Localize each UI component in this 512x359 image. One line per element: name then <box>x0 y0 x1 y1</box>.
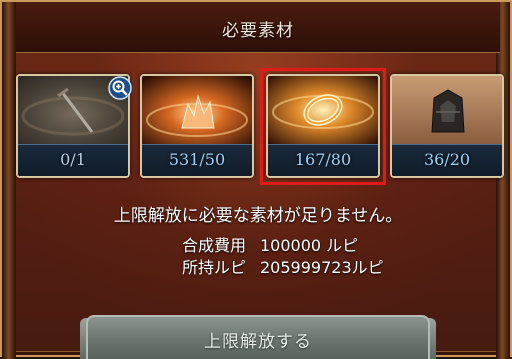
material-count: 36/20 <box>423 150 471 169</box>
synthesis-cost-label: 合成費用 <box>181 236 246 255</box>
owned-rupees-value: 205999723ルピ <box>260 258 384 277</box>
material-count: 0/1 <box>60 150 86 169</box>
material-count: 531/50 <box>168 150 226 169</box>
dialog-title: 必要素材 <box>222 21 294 41</box>
owned-rupees-row: 所持ルピ 205999723ルピ <box>2 254 512 277</box>
zoom-in-icon[interactable] <box>108 76 132 100</box>
selected-material-highlight <box>260 68 386 185</box>
synthesis-cost-row: 合成費用 100000 ルピ <box>2 232 512 255</box>
dark-ore-item-icon <box>392 76 502 144</box>
owned-rupees-label: 所持ルピ <box>181 258 246 277</box>
material-slot-ore[interactable]: 36/20 <box>390 74 504 178</box>
limit-break-button-label: 上限解放する <box>204 332 312 352</box>
limit-break-button[interactable]: 上限解放する <box>86 315 430 359</box>
material-slot-crystal[interactable]: 531/50 <box>140 74 254 178</box>
right-frame-border <box>496 2 510 359</box>
insufficient-materials-message: 上限解放に必要な素材が足りません。 <box>113 206 403 226</box>
orange-crystal-item-icon <box>142 76 252 144</box>
synthesis-cost-value: 100000 ルピ <box>260 236 359 255</box>
left-frame-border <box>2 2 16 359</box>
materials-dialog: 必要素材 0/1 531/50 167/80 36/20 上限解放に必要な素材が… <box>0 0 512 359</box>
